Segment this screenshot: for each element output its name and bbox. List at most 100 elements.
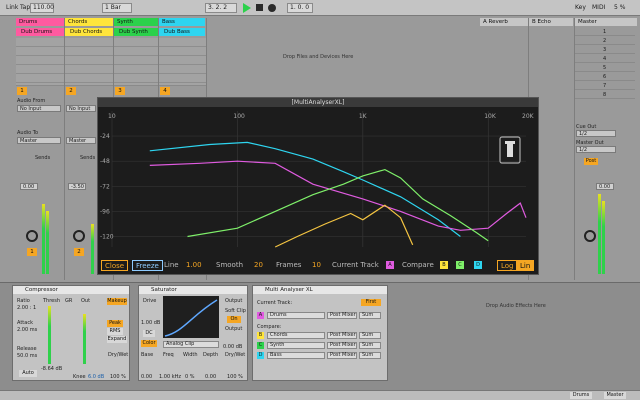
audio-to-select[interactable]: Master [17,137,61,144]
smooth-value[interactable]: 20 [254,260,263,271]
position-field[interactable]: 3. 2. 2 [205,3,237,13]
post-button[interactable]: Post [584,158,598,165]
play-icon[interactable] [243,3,251,13]
track-select-d[interactable]: Bass [267,352,325,359]
expand-button[interactable]: Expand [107,336,127,343]
midi-map-button[interactable]: MIDI [590,3,607,13]
track-select-a[interactable]: Drums [267,312,325,319]
func-select-c[interactable]: Sum [359,342,381,349]
depth-value[interactable]: 0.00 [205,374,216,380]
mode-select-d[interactable]: Post Mixer [327,352,357,359]
record-icon[interactable] [268,4,276,12]
master-out-select[interactable]: 1/2 [576,146,616,153]
track-number-bass[interactable]: 4 [160,87,170,95]
compare-b[interactable]: B [440,261,448,269]
current-track-a[interactable]: A [386,261,394,269]
clip-dub-drums[interactable]: Dub Drums [16,28,64,36]
scene-row[interactable]: 4 [575,55,635,63]
track-number-drums[interactable]: 1 [17,87,27,95]
scene-row[interactable]: 1 [575,28,635,36]
audio-from-select[interactable]: No Input [17,105,61,112]
status-track-name[interactable]: Drums [570,392,592,399]
thresh-value[interactable]: -8.64 dB [41,366,62,372]
drive-value[interactable]: 1.00 dB [141,320,160,326]
close-button[interactable]: Close [101,260,129,271]
lin-button[interactable]: Lin [516,260,535,271]
compressor-title[interactable]: Compressor [13,286,129,294]
saturator-drywet-value[interactable]: 100 % [227,374,243,380]
track-header-drums[interactable]: Drums [16,18,64,26]
clip-slot-grid[interactable] [16,38,206,86]
mode-select-a[interactable]: Post Mixer [327,312,357,319]
master-volume-field[interactable]: 0.00 [596,183,614,190]
mode-select-c[interactable]: Post Mixer [327,342,357,349]
stop-icon[interactable] [256,4,263,11]
compare-c[interactable]: C [456,261,464,269]
release-value[interactable]: 50.0 ms [17,353,37,359]
tempo-field[interactable]: 110.00 [30,3,54,13]
clip-dub-bass[interactable]: Dub Bass [159,28,205,36]
scene-row[interactable]: 7 [575,82,635,90]
key-map-button[interactable]: Key [573,3,588,13]
track-header-bass[interactable]: Bass [159,18,205,26]
pan-knob-chords[interactable] [73,230,85,242]
color-button[interactable]: Color [141,340,157,347]
clip-dub-chords[interactable]: Dub Chords [65,28,113,36]
func-select-b[interactable]: Sum [359,332,381,339]
master-track-header[interactable]: Master [575,18,637,26]
compressor-drywet-value[interactable]: 100 % [110,374,126,380]
return-track-a[interactable]: A Reverb [480,18,528,26]
rms-button[interactable]: RMS [107,328,123,335]
track-activator-drums[interactable]: 1 [27,248,37,256]
scene-row[interactable]: 3 [575,46,635,54]
pan-knob-drums[interactable] [26,230,38,242]
saturator-title[interactable]: Saturator [139,286,247,294]
base-value[interactable]: 0.00 [141,374,152,380]
func-select-a[interactable]: Sum [359,312,381,319]
volume-field-chords[interactable]: -3.50 [68,183,86,190]
func-select-d[interactable]: Sum [359,352,381,359]
track-select-b[interactable]: Chords [267,332,325,339]
track-select-c[interactable]: Synth [267,342,325,349]
return-track-b[interactable]: B Echo [529,18,573,26]
quantization-select[interactable]: 1 Bar [102,3,132,13]
ratio-value[interactable]: 2.00 : 1 [17,305,36,311]
track-header-synth[interactable]: Synth [114,18,158,26]
knee-value[interactable]: 6.0 dB [88,374,104,380]
width-value[interactable]: 0 % [185,374,195,380]
makeup-button[interactable]: Makeup [107,298,127,305]
scene-row[interactable]: 8 [575,91,635,99]
volume-field-drums[interactable]: 0.00 [20,183,38,190]
scene-row[interactable]: 2 [575,37,635,45]
track-activator-chords[interactable]: 2 [74,248,84,256]
scene-row[interactable]: 6 [575,73,635,81]
freq-value[interactable]: 1.00 kHz [159,374,181,380]
arrangement-position-field[interactable]: 1. 0. 0 [287,3,313,13]
output-value[interactable]: 0.00 dB [223,344,242,350]
status-master-name[interactable]: Master [604,392,626,399]
peak-button[interactable]: Peak [107,320,123,327]
compare-d[interactable]: D [474,261,482,269]
track-header-chords[interactable]: Chords [65,18,113,26]
freeze-button[interactable]: Freeze [132,260,163,271]
cue-out-select[interactable]: 1/2 [576,130,616,137]
dc-button[interactable]: DC [143,330,155,337]
saturation-type-select[interactable]: Analog Clip [163,341,219,348]
clip-dub-synth[interactable]: Dub Synth [114,28,158,36]
line-value[interactable]: 1.00 [186,260,202,271]
log-button[interactable]: Log [497,260,518,271]
track-number-synth[interactable]: 3 [115,87,125,95]
mode-select-b[interactable]: Post Mixer [327,332,357,339]
audio-to-select-chords[interactable]: Master [66,137,96,144]
scene-row[interactable]: 5 [575,64,635,72]
audio-from-select-chords[interactable]: No Input [66,105,96,112]
mxl-title[interactable]: Multi Analyser XL [253,286,387,294]
attack-value[interactable]: 2.00 ms [17,327,37,333]
thresh-meter[interactable] [48,306,51,364]
first-button[interactable]: First [361,299,381,306]
frames-value[interactable]: 10 [312,260,321,271]
auto-button[interactable]: Auto [19,370,37,377]
pan-knob-master[interactable] [584,230,596,242]
soft-clip-toggle[interactable]: On [227,316,241,323]
track-number-chords[interactable]: 2 [66,87,76,95]
